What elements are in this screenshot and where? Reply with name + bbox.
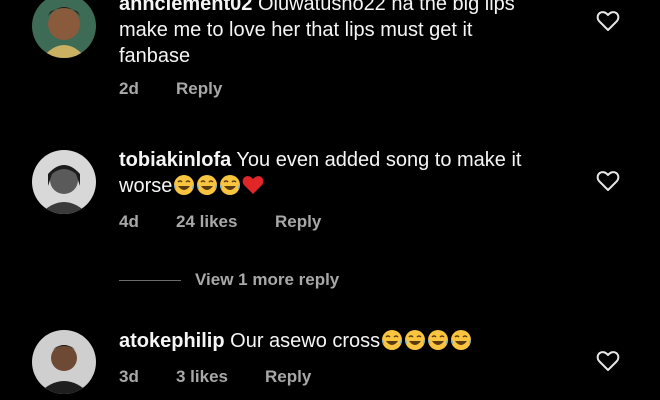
avatar[interactable] [32, 150, 96, 214]
face-with-tears-of-joy-icon [428, 330, 449, 350]
reply-button[interactable]: Reply [176, 79, 222, 99]
avatar[interactable] [32, 0, 96, 58]
reply-button[interactable]: Reply [265, 367, 311, 387]
comment-age: 2d [119, 79, 139, 98]
heart-outline-icon[interactable] [596, 350, 620, 372]
username[interactable]: atokephilip [119, 330, 225, 352]
face-with-tears-of-joy-icon [174, 175, 195, 195]
comment-text-line-1: Our asewo cross [224, 330, 381, 352]
comment-text-line-3: fanbase [119, 45, 191, 67]
face-with-tears-of-joy-icon [405, 330, 426, 350]
username[interactable]: tobiakinlofa [119, 149, 231, 171]
red-heart-icon [243, 176, 264, 194]
heart-outline-icon[interactable] [596, 170, 620, 192]
likes-count[interactable]: 3 likes [176, 367, 228, 387]
view-more-replies-button[interactable]: View 1 more reply [119, 270, 339, 290]
face-with-tears-of-joy-icon [451, 330, 472, 350]
username[interactable]: annclement02 [119, 0, 252, 15]
view-more-replies-label[interactable]: View 1 more reply [195, 270, 339, 289]
comment-text: annclement02 Oluwatusho22 na the big lip… [119, 0, 569, 69]
comment-text-line-2: worse [119, 175, 173, 197]
comment-text-line-1: You even added song to make it [231, 149, 522, 171]
heart-outline-icon[interactable] [596, 10, 620, 32]
comment-text-line-1: Oluwatusho22 na the big lips [252, 0, 515, 15]
divider [119, 280, 181, 282]
likes-count[interactable]: 24 likes [176, 212, 237, 232]
face-with-tears-of-joy-icon [382, 330, 403, 350]
face-with-tears-of-joy-icon [197, 175, 218, 195]
comment-age: 3d [119, 367, 139, 386]
comment-text: atokephilip Our asewo cross [119, 328, 569, 354]
comment-text-line-2: make me to love her that lips must get i… [119, 19, 473, 41]
comment-text: tobiakinlofa You even added song to make… [119, 147, 569, 199]
face-with-tears-of-joy-icon [220, 175, 241, 195]
comment-age: 4d [119, 212, 139, 231]
avatar[interactable] [32, 330, 96, 394]
reply-button[interactable]: Reply [275, 212, 321, 232]
